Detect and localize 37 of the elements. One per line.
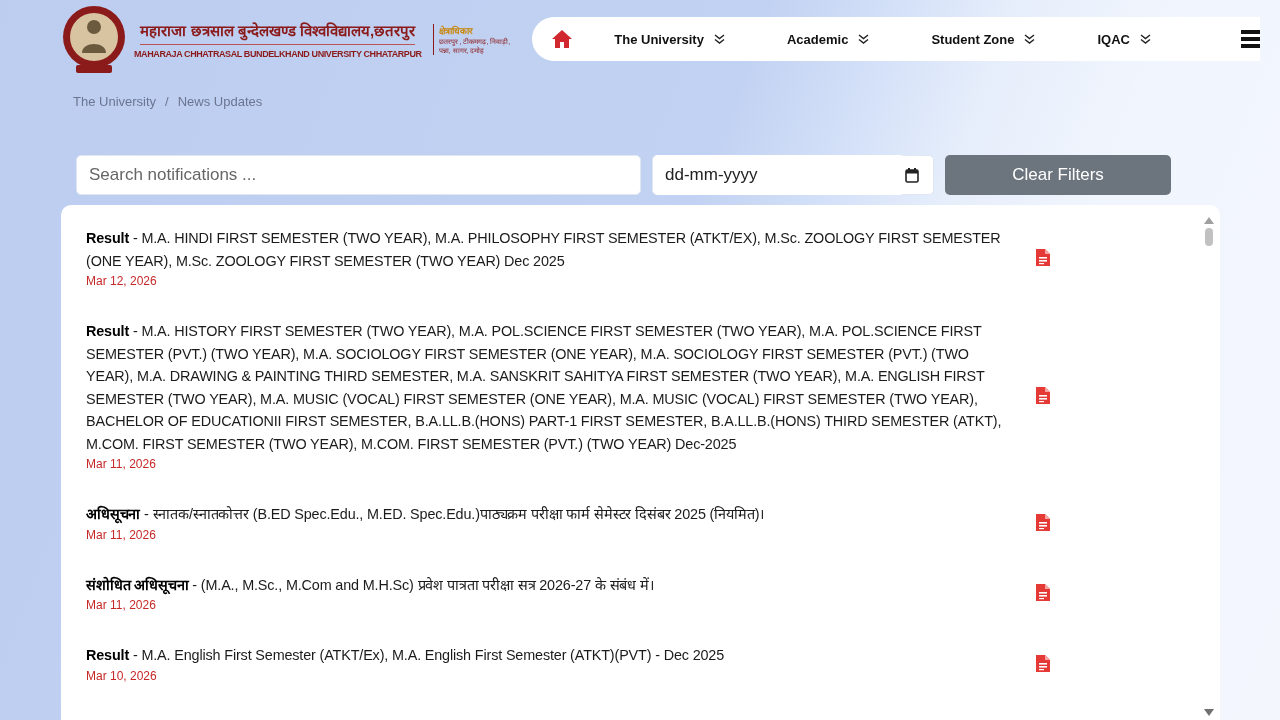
chevron-down-icon <box>1024 34 1036 44</box>
notice-date: Mar 10, 2026 <box>86 668 158 683</box>
notice-title[interactable]: अधिसूचना - स्नातक/स्नातकोत्तर (B.ED Spec.Edu., M.ED. Spec.Edu.)पाठ्यक्रम परीक्षा फार्म सेमेस्टर दिसंबर 2025 (नियमित)। <box>86 503 1004 526</box>
pdf-file-icon[interactable] <box>1036 249 1050 266</box>
jurisdiction-heading: क्षेत्राधिकार <box>438 24 474 37</box>
date-field[interactable]: dd-mm-yyyy <box>652 155 934 195</box>
seal-logo <box>62 3 126 75</box>
home-icon[interactable] <box>552 30 573 48</box>
nav-menu-item[interactable]: IQAC <box>1097 31 1151 47</box>
chevron-down-icon <box>1139 34 1151 44</box>
nav-menu-item[interactable]: Student Zone <box>931 31 1036 47</box>
notice-title[interactable]: Result - M.A. English First Semester (ATKT/Ex), M.A. English First Semester (ATKT)(PVT) - Dec 2025 <box>86 644 1004 667</box>
notice-title[interactable]: Result - M.A. HISTORY FIRST SEMESTER (TWO YEAR), M.A. POL.SCIENCE FIRST SEMESTER (TWO YEAR), M.A. POL.SCIENCE FIRST SEMESTER (PVT.) (TWO YEAR), M.A. SOCIOLOGY FIRST SEMESTER (ONE YEAR), M.A. SOCIOLOGY FIRST SEMESTER (PVT.) (TWO YEAR), M.A. DRAWING & PAINTING THIRD SEMESTER, M.A. SANSKRIT SAHITYA FIRST SEMESTER (TWO YEAR), M.A. ENGLISH FIRST SEMESTER (TWO YEAR), M.A. MUSIC (VOCAL) FIRST SEMESTER (ONE YEAR), M.A. MUSIC (VOCAL) FIRST SEMESTER (TWO YEAR), BACHELOR OF EDUCATIONII FIRST SEMESTER, B.A.LL.B.(HONS) PART-1 FIRST SEMESTER, B.A.LL.B.(HONS) THIRD SEMESTER (ATKT), M.COM. FIRST SEMESTER (TWO YEAR), M.COM. FIRST SEMESTER (PVT.) (TWO YEAR) Dec-2025 <box>86 320 1004 455</box>
nav-menu-item[interactable]: Academic <box>786 31 870 47</box>
notice-date: Mar 12, 2026 <box>86 274 158 288</box>
nav-menu-item[interactable]: The University <box>614 31 725 47</box>
pdf-file-icon[interactable] <box>1036 387 1050 404</box>
pdf-file-icon[interactable] <box>1036 654 1050 672</box>
notice-title[interactable]: संशोधित अधिसूचना - (M.A., M.Sc., M.Com and M.H.Sc) प्रवेश पात्रता परीक्षा सत्र 2026-27 के संबंध में। <box>86 573 1004 596</box>
menu-icon[interactable] <box>1241 30 1260 48</box>
scroll-down-icon[interactable] <box>1204 709 1214 716</box>
notice-title[interactable]: Result - M.A. HINDI FIRST SEMESTER (TWO YEAR), M.A. PHILOSOPHY FIRST SEMESTER (ATKT/EX), M.Sc. ZOOLOGY FIRST SEMESTER (ONE YEAR), M.Sc. ZOOLOGY FIRST SEMESTER (TWO YEAR) Dec 2025 <box>86 227 1004 272</box>
pdf-file-icon[interactable] <box>1036 584 1050 602</box>
search-field[interactable]: Search notifications ... <box>76 155 641 195</box>
scrollbar-thumb[interactable] <box>1205 228 1213 246</box>
pdf-file-icon[interactable] <box>1036 513 1050 531</box>
notice-date: Mar 11, 2026 <box>86 598 157 612</box>
notice-date: Mar 11, 2026 <box>86 527 157 542</box>
university-name-english: MAHARAJA CHHATRASAL BUNDELKHAND UNIVERSITY CHHATARPUR <box>134 48 422 59</box>
chevron-down-icon <box>858 34 870 44</box>
calendar-icon[interactable] <box>905 167 919 183</box>
notice-date: Mar 11, 2026 <box>86 457 157 471</box>
university-name-hindi: महाराजा छत्रसाल बुन्देलखण्ड विश्वविद्यालय,छतरपुर <box>140 19 416 45</box>
scroll-up-icon[interactable] <box>1204 217 1214 224</box>
chevron-down-icon <box>713 34 725 44</box>
breadcrumb-separator: / <box>165 94 169 111</box>
clear-filters-button[interactable]: Clear Filters <box>945 155 1171 195</box>
